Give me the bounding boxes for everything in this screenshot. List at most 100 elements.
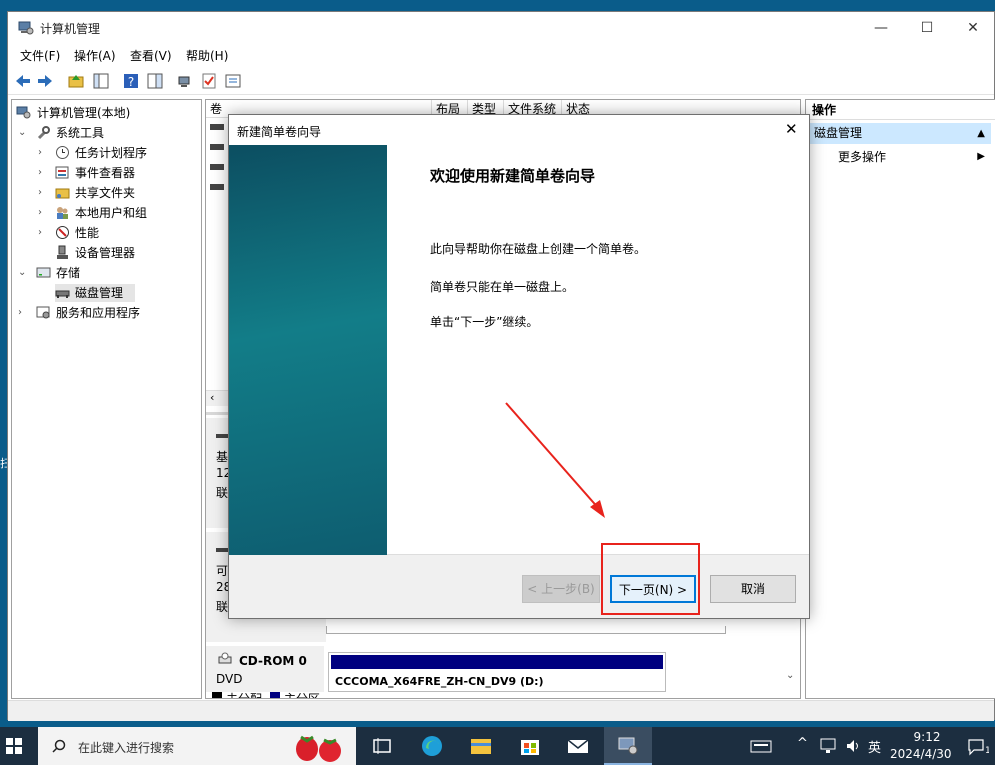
dialog-body: 欢迎使用新建简单卷向导 此向导帮助你在磁盘上创建一个简单卷。 简单卷只能在单一磁… — [229, 145, 809, 555]
chevron-down-icon[interactable]: ⌄ — [18, 124, 28, 142]
dialog-close-button[interactable]: ✕ — [785, 120, 798, 138]
up-folder-icon[interactable] — [67, 72, 85, 90]
cdrom-type: DVD — [216, 672, 243, 686]
new-simple-volume-wizard: 新建简单卷向导 ✕ 欢迎使用新建简单卷向导 此向导帮助你在磁盘上创建一个简单卷。… — [228, 114, 810, 619]
mail-icon[interactable] — [566, 734, 590, 758]
file-explorer-icon[interactable] — [469, 734, 493, 758]
volume-row-icon — [210, 164, 224, 170]
strawberry-icon — [296, 735, 341, 762]
primary-partition-swatch — [270, 692, 280, 698]
minimize-button[interactable]: — — [858, 12, 904, 44]
actions-section-disk-management[interactable]: 磁盘管理 ▲ — [810, 123, 991, 144]
chevron-right-icon[interactable]: › — [38, 144, 48, 162]
volume-row-icon — [210, 144, 224, 150]
wizard-line-2: 简单卷只能在单一磁盘上。 — [430, 280, 575, 294]
actions-more-actions[interactable]: 更多操作 ▶ — [810, 147, 991, 167]
wizard-line-1: 此向导帮助你在磁盘上创建一个简单卷。 — [430, 242, 647, 256]
volume-speaker-icon[interactable] — [845, 738, 863, 754]
chevron-right-icon[interactable]: › — [18, 304, 28, 322]
scroll-left-icon[interactable]: ‹ — [210, 391, 214, 404]
forward-arrow-icon[interactable] — [36, 72, 54, 90]
chevron-right-icon[interactable]: › — [38, 204, 48, 222]
chevron-right-icon[interactable]: › — [38, 164, 48, 182]
computer-management-icon — [18, 21, 34, 35]
tools-icon — [37, 126, 50, 140]
event-viewer-icon — [55, 166, 69, 179]
wizard-banner-image — [229, 145, 387, 555]
primary-partition-bar — [331, 655, 663, 669]
actions-section-label: 磁盘管理 — [814, 126, 863, 140]
cd-drive-icon — [218, 652, 232, 664]
chevron-right-icon[interactable]: › — [38, 184, 48, 202]
menu-view[interactable]: 查看(V) — [130, 47, 172, 64]
chevron-down-icon[interactable]: ⌄ — [18, 264, 28, 282]
disk-management-icon — [55, 290, 70, 298]
scroll-down-icon[interactable]: ⌄ — [786, 670, 794, 681]
show-hidden-icons-chevron-icon[interactable]: ^ — [797, 736, 808, 751]
show-tree-icon[interactable] — [92, 72, 110, 90]
device-manager-icon — [57, 245, 68, 259]
back-button[interactable]: < 上一步(B) — [522, 575, 600, 603]
menu-action[interactable]: 操作(A) — [74, 47, 116, 64]
help-icon[interactable]: ? — [122, 72, 140, 90]
clock-time[interactable]: 9:12 — [903, 730, 951, 744]
chevron-right-icon[interactable]: › — [38, 224, 48, 242]
taskbar-computer-management-active[interactable] — [604, 727, 652, 765]
cdrom-volume-label: CCCOMA_X64FRE_ZH-CN_DV9 (D:) — [335, 675, 544, 688]
cdrom-volume-block[interactable]: CCCOMA_X64FRE_ZH-CN_DV9 (D:) — [328, 652, 666, 692]
clock-date[interactable]: 2024/4/30 — [890, 747, 952, 761]
services-icon — [36, 306, 50, 319]
disk-1-partition-edge — [326, 626, 726, 634]
toolbar: ? — [8, 67, 994, 95]
actions-header: 操作 — [806, 100, 995, 120]
close-button[interactable]: ✕ — [950, 12, 995, 44]
computer-management-icon — [16, 106, 31, 119]
cdrom-info[interactable]: CD-ROM 0 DVD — [206, 646, 324, 692]
dialog-title: 新建简单卷向导 — [237, 125, 322, 139]
show-action-pane-icon[interactable] — [146, 72, 164, 90]
storage-icon — [36, 267, 51, 278]
windows-start-icon[interactable] — [6, 738, 22, 754]
disk-1-status: 联 — [216, 600, 229, 614]
edge-browser-icon[interactable] — [420, 734, 444, 758]
task-view-icon[interactable] — [370, 734, 394, 758]
disk-0-status: 联 — [216, 486, 229, 500]
tree-item-disk-management[interactable]: 磁盘管理 — [55, 284, 135, 302]
taskbar-search-box[interactable]: 在此键入进行搜索 — [38, 727, 356, 765]
legend: 未分配 主分区 — [212, 690, 512, 699]
wizard-line-3: 单击“下一步”继续。 — [430, 315, 539, 329]
menu-bar: 文件(F) 操作(A) 查看(V) 帮助(H) — [8, 44, 994, 66]
clock-icon — [56, 146, 69, 159]
search-icon — [52, 739, 66, 753]
maximize-button[interactable]: ☐ — [904, 12, 950, 44]
window-title: 计算机管理 — [40, 22, 101, 36]
microsoft-store-icon[interactable] — [518, 734, 542, 758]
performance-icon — [56, 226, 69, 239]
taskbar: 在此键入进行搜索 ^ 英 9:12 2024/4/30 1 — [0, 727, 995, 765]
title-bar: 计算机管理 — ☐ ✕ — [8, 12, 994, 44]
checklist-icon[interactable] — [200, 72, 218, 90]
computer-management-icon — [618, 737, 638, 755]
cdrom-name: CD-ROM 0 — [239, 654, 307, 668]
unallocated-swatch — [212, 692, 222, 698]
input-method-indicator[interactable]: 英 — [868, 737, 881, 756]
status-bar — [8, 700, 994, 721]
collapse-up-icon[interactable]: ▲ — [977, 123, 985, 144]
volume-row-icon — [210, 184, 224, 190]
connect-icon[interactable] — [176, 72, 194, 90]
menu-help[interactable]: 帮助(H) — [186, 47, 228, 64]
back-arrow-icon[interactable] — [14, 72, 32, 90]
notification-center-icon[interactable]: 1 — [967, 738, 989, 756]
network-icon[interactable] — [820, 738, 838, 754]
wizard-heading: 欢迎使用新建简单卷向导 — [430, 167, 596, 185]
legend-unallocated: 未分配 — [226, 692, 263, 699]
actions-pane: 操作 磁盘管理 ▲ 更多操作 ▶ — [805, 99, 995, 699]
keyboard-icon[interactable] — [749, 734, 773, 758]
volume-row-icon — [210, 124, 224, 130]
properties-icon[interactable] — [224, 72, 242, 90]
next-button[interactable]: 下一页(N) > — [610, 575, 696, 603]
shared-folder-icon — [55, 188, 70, 199]
cancel-button[interactable]: 取消 — [710, 575, 796, 603]
menu-file[interactable]: 文件(F) — [20, 47, 60, 64]
more-actions-label: 更多操作 — [838, 150, 887, 164]
